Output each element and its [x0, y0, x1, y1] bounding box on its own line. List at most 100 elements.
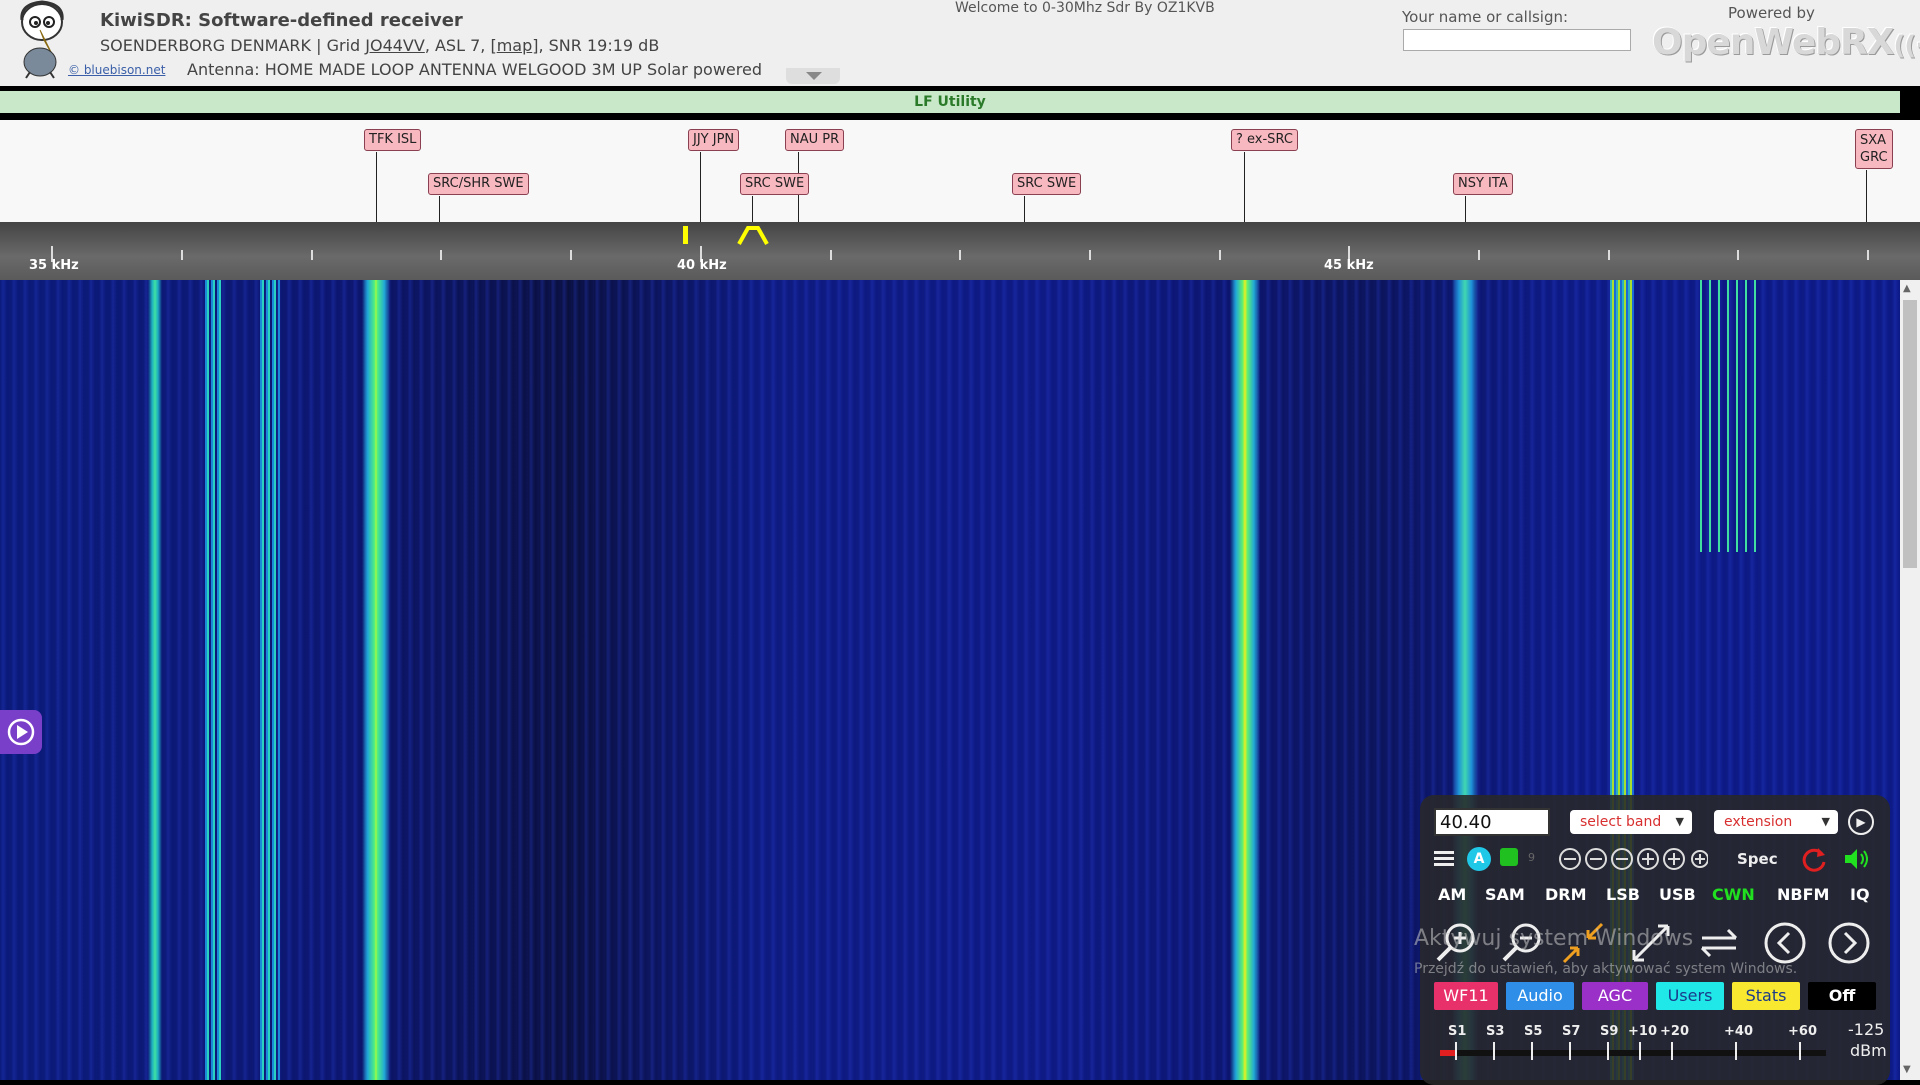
menu-icon[interactable]: [1432, 848, 1456, 870]
smeter-fill: [1440, 1050, 1455, 1056]
mode-iq-button[interactable]: IQ: [1850, 882, 1870, 908]
side-panel-toggle-icon[interactable]: [0, 710, 42, 754]
windows-activation-watermark: Aktywuj system Windows: [1414, 926, 1694, 951]
speaker-icon[interactable]: [1842, 846, 1872, 872]
scale-tick: [1608, 250, 1610, 260]
mode-nbfm-button[interactable]: NBFM: [1777, 882, 1829, 908]
scale-tick: [181, 250, 183, 260]
callsign-input[interactable]: [1403, 29, 1631, 51]
kiwi-logo[interactable]: [16, 0, 68, 80]
step-left-icon[interactable]: [1762, 920, 1808, 966]
scale-tick: [1219, 250, 1221, 260]
mode-sam-button[interactable]: SAM: [1485, 882, 1525, 908]
zoom-buttons[interactable]: [1558, 847, 1708, 871]
station-label[interactable]: ? ex-SRC: [1231, 129, 1298, 151]
mode-cwn-button[interactable]: CWN: [1712, 882, 1755, 908]
tab-stats[interactable]: Stats: [1732, 982, 1800, 1010]
smeter-tick: [1531, 1042, 1533, 1060]
station-label[interactable]: SRC SWE: [1012, 173, 1082, 195]
station-marker-line: [1244, 152, 1245, 222]
mode-lsb-button[interactable]: LSB: [1606, 882, 1640, 908]
station-labels-area: [0, 120, 1920, 222]
step-right-icon[interactable]: [1826, 920, 1872, 966]
tab-off[interactable]: Off: [1808, 982, 1876, 1010]
carrier-marker[interactable]: [683, 226, 688, 244]
smeter-label: S5: [1524, 1024, 1543, 1039]
openwebrx-logo[interactable]: OpenWebRX((·)): [1652, 22, 1920, 63]
signal-trace: [205, 280, 223, 1080]
station-label[interactable]: JJY JPN: [688, 129, 740, 151]
scale-tick: [830, 250, 832, 260]
frequency-scale[interactable]: 35 kHz 40 kHz 45 kHz: [0, 222, 1920, 280]
mode-am-button[interactable]: AM: [1438, 882, 1466, 908]
expand-icon[interactable]: [1500, 848, 1518, 866]
signal-trace: [148, 280, 162, 1080]
tab-users[interactable]: Users: [1656, 982, 1724, 1010]
tab-audio[interactable]: Audio: [1506, 982, 1574, 1010]
scale-tick: [1737, 250, 1739, 260]
windows-activation-hint: Przejdź do ustawień, aby aktywować syste…: [1414, 961, 1798, 977]
spec-button[interactable]: Spec: [1737, 845, 1778, 873]
station-marker-line: [1465, 196, 1466, 222]
smeter-label: S9: [1600, 1024, 1619, 1039]
station-label[interactable]: SRC SWE: [740, 173, 810, 195]
antenna-info: Antenna: HOME MADE LOOP ANTENNA WELGOOD …: [187, 60, 762, 79]
scroll-up-icon[interactable]: ▲: [1903, 283, 1911, 294]
extension-select[interactable]: extension ▼: [1714, 810, 1838, 834]
signal-trace: [260, 280, 280, 1080]
station-label[interactable]: NSY ITA: [1453, 173, 1513, 195]
receiver-location: SOENDERBORG DENMARK | Grid JO44VV, ASL 7…: [100, 36, 660, 55]
smeter-label: S7: [1562, 1024, 1581, 1039]
station-marker-line: [439, 196, 440, 222]
agc-auto-icon[interactable]: A: [1467, 847, 1491, 871]
scale-tick: [570, 250, 572, 260]
station-marker-line: [1866, 170, 1867, 222]
station-label[interactable]: NAU PR: [785, 129, 845, 151]
passband-icon[interactable]: [736, 224, 770, 246]
map-link[interactable]: map: [497, 36, 533, 55]
station-marker-line: [376, 152, 377, 222]
smeter-tick: [1639, 1042, 1641, 1060]
station-label[interactable]: TFK ISL: [364, 129, 422, 151]
tab-wf[interactable]: WF11: [1434, 982, 1498, 1010]
band-select[interactable]: select band ▼: [1570, 810, 1692, 834]
band-bar[interactable]: LF Utility: [0, 91, 1900, 113]
tab-agc[interactable]: AGC: [1582, 982, 1648, 1010]
station-marker-line: [700, 152, 701, 222]
smeter-tick: [1735, 1042, 1737, 1060]
frequency-input[interactable]: [1434, 808, 1550, 836]
smeter-tick: [1569, 1042, 1571, 1060]
smeter-label: +20: [1660, 1024, 1689, 1039]
scale-tick: [1478, 250, 1480, 260]
station-marker-line: [1024, 196, 1025, 222]
scale-label: 40 kHz: [677, 258, 727, 273]
smeter-tick: [1607, 1042, 1609, 1060]
smeter-bar: [1440, 1050, 1826, 1056]
scale-tick: [311, 250, 313, 260]
smeter-label: +10: [1628, 1024, 1657, 1039]
station-label[interactable]: SXA GRC: [1855, 129, 1893, 169]
callsign-label: Your name or callsign:: [1402, 8, 1569, 26]
page-title: KiwiSDR: Software-defined receiver: [100, 10, 463, 31]
scale-tick: [1089, 250, 1091, 260]
smeter-label: S1: [1448, 1024, 1467, 1039]
scrollbar-thumb[interactable]: [1903, 300, 1917, 568]
swap-arrows-icon[interactable]: [1696, 920, 1742, 966]
credit-link[interactable]: © bluebison.net: [68, 63, 165, 77]
station-label[interactable]: SRC/SHR SWE: [428, 173, 529, 195]
signal-trace: [1230, 280, 1260, 1080]
smeter-tick: [1671, 1042, 1673, 1060]
reload-icon[interactable]: [1800, 846, 1828, 872]
mode-usb-button[interactable]: USB: [1659, 882, 1696, 908]
scale-tick: [1867, 250, 1869, 260]
grid-link[interactable]: JO44VV: [365, 36, 425, 55]
signal-trace: [362, 280, 390, 1080]
smeter-tick: [1455, 1042, 1457, 1060]
mute-icon[interactable]: 9: [1528, 851, 1535, 864]
signal-trace: [1700, 280, 1758, 552]
mode-drm-button[interactable]: DRM: [1545, 882, 1587, 908]
station-marker-line: [752, 196, 753, 222]
smeter-label: S3: [1486, 1024, 1505, 1039]
scroll-down-icon[interactable]: ▼: [1903, 1064, 1911, 1075]
play-icon[interactable]: ▶: [1848, 809, 1874, 835]
